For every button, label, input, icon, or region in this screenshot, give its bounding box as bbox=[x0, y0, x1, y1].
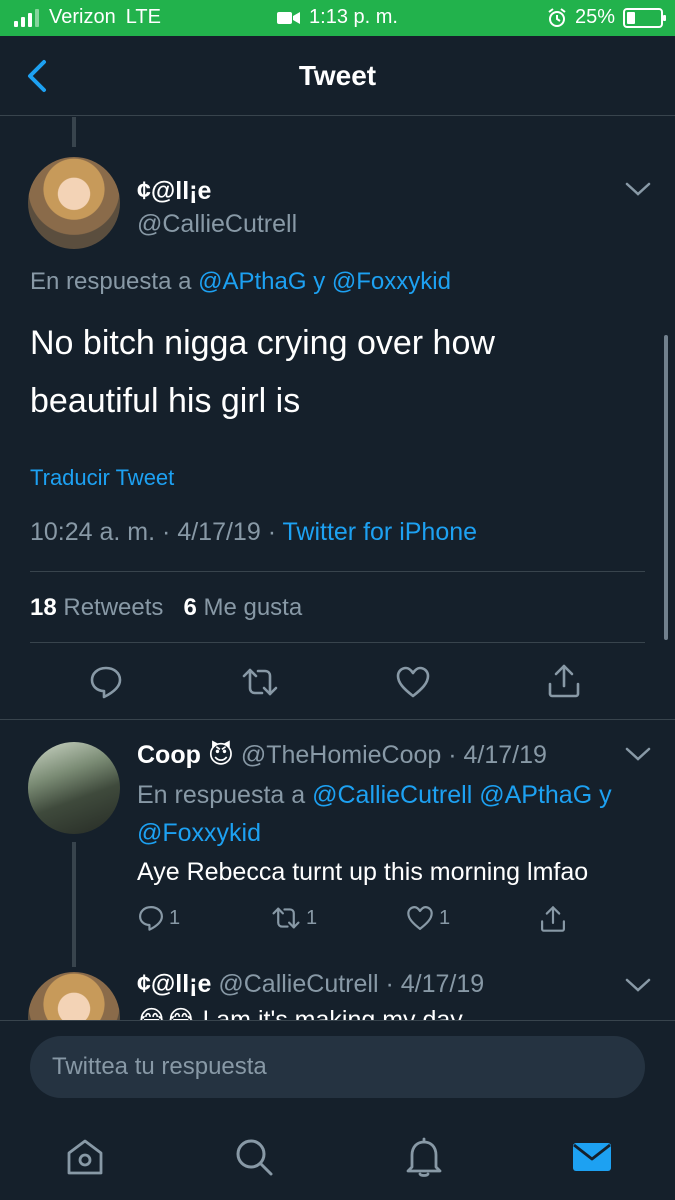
author-name[interactable]: ¢@ll¡e bbox=[137, 177, 211, 206]
third-header: ¢@ll¡e @CallieCutrell · 4/17/19 bbox=[137, 970, 484, 999]
notifications-bell-icon[interactable] bbox=[402, 1135, 446, 1179]
tweet-source-link[interactable]: Twitter for iPhone bbox=[283, 518, 478, 546]
retweets-stat[interactable]: 18 Retweets bbox=[30, 594, 163, 621]
reply-joiner: y bbox=[313, 268, 326, 295]
home-icon[interactable] bbox=[63, 1135, 107, 1179]
like-count: 1 bbox=[439, 906, 451, 929]
retweet-count: 1 bbox=[306, 906, 318, 929]
tweet-text: No bitch nigga crying over how beautiful… bbox=[30, 324, 495, 420]
reply-input[interactable]: Twittea tu respuesta bbox=[30, 1036, 645, 1098]
tweet-text: Aye Rebecca turnt up this morning lmfao bbox=[137, 858, 589, 886]
camera-icon bbox=[277, 11, 301, 24]
tweet-time: 10:24 a. m. bbox=[30, 518, 156, 546]
mention-link[interactable]: @APthaG bbox=[198, 268, 306, 295]
clock: 1:13 p. m. bbox=[309, 6, 398, 28]
thread-line-top bbox=[72, 117, 76, 147]
tweet-meta: 10:24 a. m. · 4/17/19 · Twitter for iPho… bbox=[30, 518, 478, 546]
like-icon[interactable] bbox=[394, 664, 432, 700]
messages-mail-icon[interactable] bbox=[570, 1135, 614, 1179]
tweet-date: 4/17/19 bbox=[177, 518, 261, 546]
chevron-down-icon[interactable] bbox=[624, 745, 652, 763]
author-handle-date[interactable]: @CallieCutrell · 4/17/19 bbox=[218, 970, 484, 998]
emoji: 😈 bbox=[207, 741, 234, 769]
mention-link[interactable]: @Foxxykid bbox=[137, 819, 261, 847]
search-icon[interactable] bbox=[232, 1135, 276, 1179]
thread-line bbox=[72, 842, 76, 967]
navigation-bar: Tweet bbox=[0, 36, 675, 116]
reply-action[interactable]: 1 bbox=[137, 904, 180, 932]
reply-count: 1 bbox=[169, 906, 181, 929]
mention-link[interactable]: @APthaG bbox=[479, 781, 592, 809]
divider bbox=[30, 571, 645, 572]
retweet-icon[interactable] bbox=[240, 664, 280, 700]
avatar[interactable] bbox=[28, 742, 120, 834]
battery-percent: 25% bbox=[574, 6, 615, 28]
retweet-action[interactable]: 1 bbox=[270, 904, 317, 932]
divider bbox=[0, 719, 675, 720]
mention-link[interactable]: @Foxxykid bbox=[332, 268, 451, 295]
status-bar: Verizon LTE 1:13 p. m. 25% bbox=[0, 0, 675, 36]
chevron-down-icon[interactable] bbox=[624, 976, 652, 994]
share-icon[interactable] bbox=[546, 662, 582, 700]
reply-header: Coop 😈 @TheHomieCoop · 4/17/19 bbox=[137, 740, 547, 770]
page-title: Tweet bbox=[298, 60, 377, 91]
author-handle-date[interactable]: @TheHomieCoop · 4/17/19 bbox=[241, 741, 547, 769]
divider bbox=[30, 642, 645, 643]
reply-icon[interactable] bbox=[137, 904, 165, 932]
reply-actions: 1 1 1 bbox=[137, 904, 587, 936]
retweet-icon[interactable] bbox=[270, 904, 302, 932]
author-name[interactable]: Coop bbox=[137, 741, 201, 769]
reply-icon[interactable] bbox=[88, 664, 124, 700]
author-handle[interactable]: @CallieCutrell bbox=[137, 210, 297, 239]
mention-link[interactable]: @CallieCutrell bbox=[312, 781, 472, 809]
author-name[interactable]: ¢@ll¡e bbox=[137, 970, 211, 998]
reply-context: En respuesta a @APthaG y @Foxxykid bbox=[30, 268, 451, 296]
chevron-down-icon[interactable] bbox=[624, 180, 652, 198]
like-action[interactable]: 1 bbox=[405, 904, 450, 932]
like-icon[interactable] bbox=[405, 904, 435, 932]
alarm-icon bbox=[548, 7, 566, 27]
reply-prefix: En respuesta a bbox=[30, 268, 192, 295]
engagement-stats: 18 Retweets 6 Me gusta bbox=[30, 594, 302, 622]
share-icon[interactable] bbox=[539, 904, 567, 934]
avatar[interactable] bbox=[28, 157, 120, 249]
likes-stat[interactable]: 6 Me gusta bbox=[183, 594, 302, 621]
status-right: 25% bbox=[547, 6, 666, 29]
battery-icon bbox=[623, 7, 666, 28]
scrollbar[interactable] bbox=[664, 335, 668, 640]
reply-context: En respuesta a @CallieCutrell @APthaG y … bbox=[137, 781, 612, 847]
translate-link[interactable]: Traducir Tweet bbox=[30, 465, 174, 491]
